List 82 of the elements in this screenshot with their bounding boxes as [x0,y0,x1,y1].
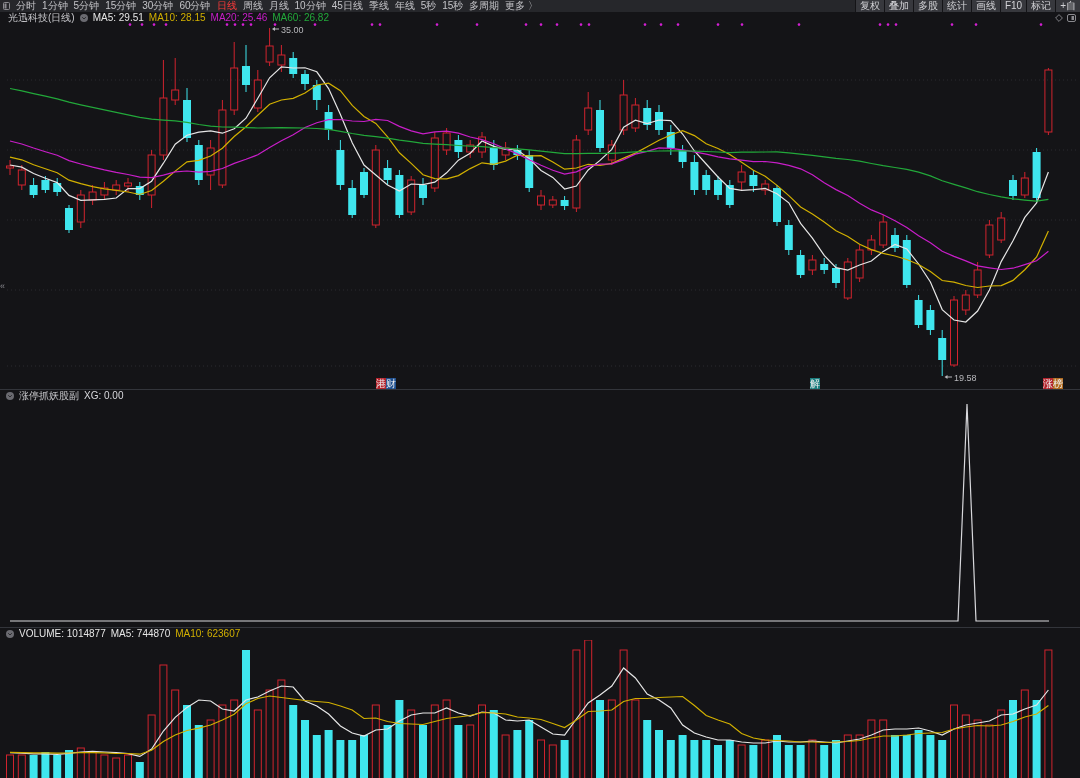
period-tab[interactable]: 周线 [242,0,263,12]
event-tag: 财 [386,378,396,389]
event-tag: 榜 [1053,378,1063,389]
period-tab[interactable]: 分时 [16,0,36,12]
period-tab[interactable]: 15分钟 [105,0,137,12]
period-tab[interactable]: 30分钟 [142,0,174,12]
indicator-value: MA5: 744870 [110,628,171,640]
period-tab[interactable]: 多周期 [469,0,500,12]
signal-dot-icon [435,23,439,26]
high-price-arrow [272,27,280,31]
toolbar-button[interactable]: F10 [999,0,1027,12]
indicator-value: MA5: 29.51 [92,12,144,23]
signal-dot-icon [740,23,744,26]
signal-dot-icon [370,23,374,26]
signal-dot-icon [1039,23,1043,26]
panel-toggle-icon[interactable] [3,2,10,10]
signal-dot-icon [878,23,882,26]
signal-dot-icon [241,23,245,26]
diamond-icon[interactable] [1055,13,1063,22]
signal-dot-icon [273,23,277,26]
indicator-value: MA10: 28.15 [148,12,206,23]
signal-dot-icon [524,23,528,26]
high-price-label: 35.00 [281,24,304,35]
event-tag: 涨 [1043,378,1053,389]
toolbar-button[interactable]: 标记 [1026,0,1056,12]
signal-dot-icon [313,23,317,26]
low-price-arrow [944,375,953,379]
collapse-handle[interactable]: « [0,281,5,291]
chevron-circle-icon[interactable] [79,13,88,22]
signal-dot-icon [797,23,801,26]
indicator-value: MA10: 623607 [175,628,241,640]
period-tab[interactable]: 年线 [394,0,415,12]
period-tab[interactable]: 月线 [268,0,289,12]
indicator-title: 涨停抓妖股副 [19,390,79,402]
signal-dot-icon [587,23,591,26]
indicator-value: MA60: 26.82 [272,12,329,23]
signal-dot-icon [894,23,898,26]
period-tab[interactable]: 日线 [216,0,237,12]
toolbar-button[interactable]: +自 [1055,0,1080,12]
toolbar-button[interactable]: 多股 [912,0,942,12]
period-tab[interactable]: 1分钟 [42,0,68,12]
chevron-circle-icon[interactable] [6,630,14,638]
indicator-value: MA20: 25.46 [210,12,268,23]
signal-dot-icon [555,23,559,26]
chevron-circle-icon[interactable] [6,392,14,400]
signal-dot-icon [579,23,583,26]
signal-dot-icon [140,23,144,26]
signal-dot-icon [233,23,237,26]
toolbar-button[interactable]: 复权 [854,0,884,12]
period-tab[interactable]: 10分钟 [294,0,326,12]
signal-dot-icon [950,23,954,26]
signal-dot-icon [974,23,978,26]
signal-dot-icon [659,23,663,26]
signal-dot-icon [539,23,543,26]
signal-dot-icon [378,23,382,26]
signal-dot-icon [164,23,168,26]
signal-dot-icon [643,23,647,26]
period-tab[interactable]: 60分钟 [179,0,211,12]
period-tab[interactable]: 15秒 [442,0,464,12]
event-tag: 解 [810,378,820,389]
panel-switch-icon[interactable] [1067,13,1076,22]
signal-dot-icon [475,23,479,26]
signal-dot-icon [676,23,680,26]
toolbar-button[interactable]: 画线 [970,0,1000,12]
indicator-value: XG: 0.00 [84,390,124,402]
low-price-label: 19.58 [954,372,977,383]
toolbar-button[interactable]: 统计 [941,0,971,12]
signal-dot-icon [128,23,132,26]
signal-dot-icon [225,23,229,26]
indicator-value: VOLUME: 1014877 [19,628,106,640]
period-tab[interactable]: 5秒 [420,0,437,12]
period-tab[interactable]: 季线 [368,0,389,12]
signal-dot-icon [152,23,156,26]
toolbar-button[interactable]: 叠加 [883,0,913,12]
event-tag: 港 [376,378,386,389]
signal-dot-icon [886,23,890,26]
stock-title: 光迅科技(日线) [8,12,75,23]
signal-dot-icon [249,23,253,26]
period-tab[interactable]: 更多 〉 [505,0,539,12]
signal-dot-icon [716,23,720,26]
period-tab[interactable]: 5分钟 [73,0,100,12]
period-tab[interactable]: 45日线 [331,0,363,12]
